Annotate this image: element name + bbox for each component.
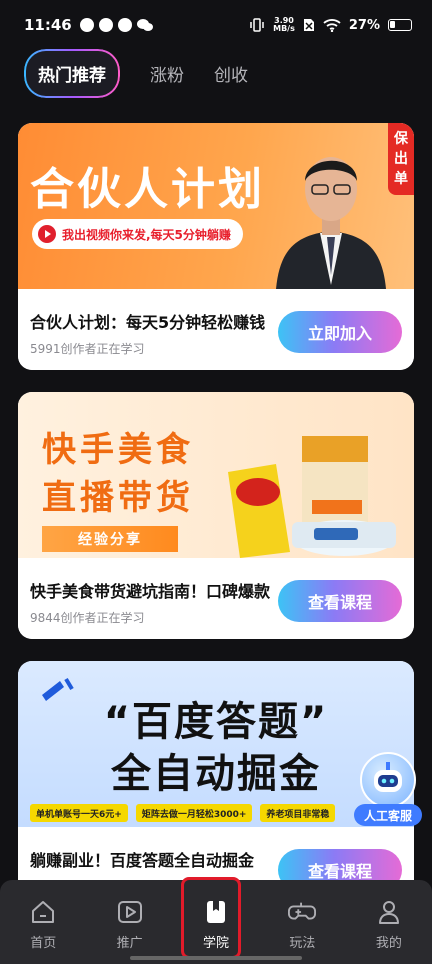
- nav-promote[interactable]: 推广: [86, 880, 172, 964]
- tab-earn-income[interactable]: 创收: [214, 61, 248, 86]
- douyin-icon: [117, 18, 132, 32]
- banner-pill-text: 我出视频你来发,每天5分钟躺赚: [62, 227, 231, 242]
- banner-pill: 我出视频你来发,每天5分钟躺赚: [32, 219, 243, 249]
- banner-title-line1: 快手美食: [42, 430, 194, 470]
- banner-title-line1: “百度答题”: [103, 699, 329, 745]
- presenter-image: [276, 157, 386, 289]
- wechat-icon: [136, 19, 153, 31]
- course-title: 快手美食带货避坑指南！口碑爆款: [30, 582, 270, 601]
- course-card-food-live[interactable]: 快手美食 直播带货 经验分享 快手美食带货避坑指南！口碑爆款 9844创作者正在…: [18, 392, 414, 639]
- home-icon: [29, 898, 57, 926]
- customer-service-label: 人工客服: [354, 804, 422, 826]
- home-indicator: [130, 956, 302, 960]
- join-now-button[interactable]: 立即加入: [278, 311, 402, 353]
- guarantee-badge: 保出单: [388, 123, 414, 195]
- course-banner[interactable]: 合伙人计划 我出视频你来发,每天5分钟躺赚 保出单: [18, 123, 414, 289]
- customer-service-button[interactable]: 人工客服: [354, 752, 422, 826]
- banner-chip: 单机单账号一天6元+: [30, 804, 128, 822]
- course-banner[interactable]: 快手美食 直播带货 经验分享: [18, 392, 414, 558]
- network-speed: 3.90 MB/s: [273, 17, 295, 33]
- play-icon: [38, 225, 56, 243]
- notification-icon: [79, 18, 94, 32]
- book-icon: [202, 898, 230, 926]
- notification-icons: [79, 18, 153, 32]
- banner-title: 快手美食 直播带货: [42, 426, 194, 522]
- bottom-nav: 首页 推广 学院 玩法 我的: [0, 880, 432, 964]
- nav-promote-label: 推广: [116, 936, 143, 951]
- learner-count: 5991创作者正在学习: [30, 342, 145, 356]
- nav-home[interactable]: 首页: [0, 880, 86, 964]
- battery-icon: [388, 19, 412, 31]
- status-time: 11:46: [24, 16, 72, 34]
- food-products-image: [228, 436, 396, 558]
- robot-face: [374, 762, 402, 792]
- banner-chip: 矩阵去做一月轻松3000+: [135, 804, 253, 822]
- battery-percent: 27%: [348, 17, 380, 33]
- user-icon: [375, 898, 403, 926]
- banner-chip: 养老项目非常稳: [260, 804, 336, 822]
- nav-academy-label: 学院: [203, 936, 230, 951]
- check-icon: [98, 18, 113, 32]
- tab-grow-fans[interactable]: 涨粉: [150, 61, 184, 86]
- banner-tag: 经验分享: [42, 526, 178, 552]
- learner-count: 9844创作者正在学习: [30, 611, 145, 625]
- net-speed-unit: MB/s: [273, 24, 295, 33]
- view-course-button[interactable]: 查看课程: [278, 580, 402, 622]
- nav-profile-label: 我的: [375, 936, 402, 951]
- card-info: 合伙人计划：每天5分钟轻松赚钱 5991创作者正在学习 立即加入: [18, 289, 414, 370]
- gamepad-icon: [288, 898, 317, 926]
- status-right: 3.90 MB/s 27%: [249, 17, 412, 33]
- category-tabs: 热门推荐 涨粉 创收: [24, 50, 248, 96]
- no-sim-icon: [303, 19, 314, 31]
- nav-academy[interactable]: 学院: [173, 880, 259, 964]
- play-icon: [116, 898, 144, 926]
- status-bar: 11:46 3.90 MB/s 27%: [0, 0, 432, 50]
- course-title: 合伙人计划：每天5分钟轻松赚钱: [30, 313, 266, 332]
- nav-profile[interactable]: 我的: [346, 880, 432, 964]
- nav-play[interactable]: 玩法: [259, 880, 345, 964]
- banner-title: 合伙人计划: [30, 164, 265, 215]
- nav-play-label: 玩法: [289, 936, 316, 951]
- wifi-icon: [323, 19, 341, 32]
- course-card-partner-plan[interactable]: 合伙人计划 我出视频你来发,每天5分钟躺赚 保出单 合伙人计划：每天5分钟轻松赚…: [18, 123, 414, 370]
- tab-hot-recommend[interactable]: 热门推荐: [24, 49, 120, 98]
- vibrate-icon: [250, 18, 264, 32]
- card-info: 快手美食带货避坑指南！口碑爆款 9844创作者正在学习 查看课程: [18, 558, 414, 639]
- banner-title-line2: 直播带货: [42, 478, 194, 518]
- banner-chips: 单机单账号一天6元+ 矩阵去做一月轻松3000+ 养老项目非常稳: [30, 804, 336, 822]
- course-title: 躺赚副业！百度答题全自动掘金: [30, 851, 255, 870]
- nav-home-label: 首页: [30, 936, 57, 951]
- robot-icon: [360, 752, 416, 808]
